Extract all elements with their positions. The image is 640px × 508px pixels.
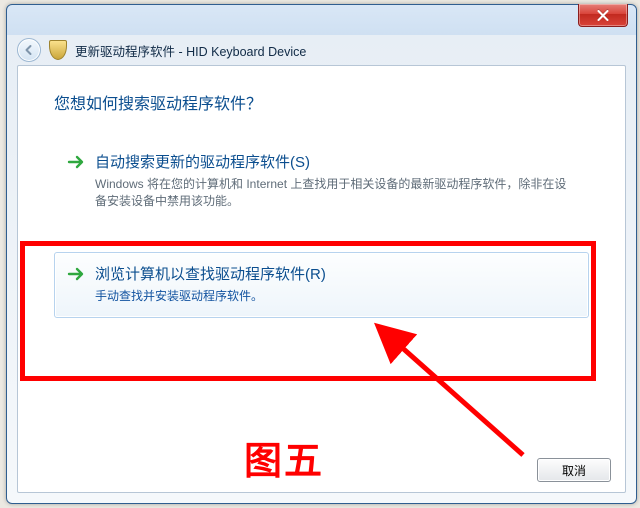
- titlebar: [7, 5, 636, 35]
- close-button[interactable]: [578, 4, 628, 27]
- close-icon: [597, 10, 609, 21]
- wizard-window: 更新驱动程序软件 - HID Keyboard Device 您想如何搜索驱动程…: [6, 4, 637, 504]
- option-title: 浏览计算机以查找驱动程序软件(R): [95, 263, 574, 284]
- option-desc: Windows 将在您的计算机和 Internet 上查找用于相关设备的最新驱动…: [95, 176, 574, 211]
- arrow-right-icon: [67, 265, 85, 283]
- page-heading: 您想如何搜索驱动程序软件？: [54, 90, 262, 114]
- option-browse-computer[interactable]: 浏览计算机以查找驱动程序软件(R) 手动查找并安装驱动程序软件。: [54, 252, 589, 318]
- option-auto-search[interactable]: 自动搜索更新的驱动程序软件(S) Windows 将在您的计算机和 Intern…: [54, 140, 589, 224]
- back-button[interactable]: [17, 38, 41, 62]
- back-arrow-icon: [23, 44, 35, 56]
- cancel-button[interactable]: 取消: [537, 458, 611, 482]
- footer: 取消: [537, 458, 611, 482]
- window-title: 更新驱动程序软件 - HID Keyboard Device: [75, 41, 306, 60]
- arrow-right-icon: [67, 153, 85, 171]
- option-desc: 手动查找并安装驱动程序软件。: [95, 288, 574, 305]
- shield-icon: [49, 40, 67, 60]
- nav-row: 更新驱动程序软件 - HID Keyboard Device: [17, 39, 626, 61]
- content-area: 您想如何搜索驱动程序软件？ 自动搜索更新的驱动程序软件(S) Windows 将…: [17, 65, 626, 493]
- option-title: 自动搜索更新的驱动程序软件(S): [95, 151, 574, 172]
